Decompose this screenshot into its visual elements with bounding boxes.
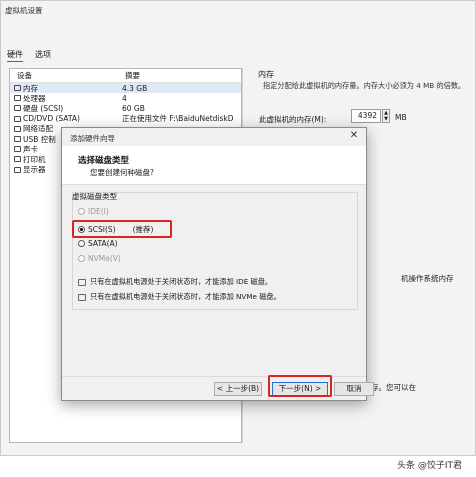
dialog-heading: 选择磁盘类型 bbox=[78, 156, 130, 166]
back-button[interactable]: < 上一步(B) bbox=[214, 382, 262, 396]
cancel-button[interactable]: 取消 bbox=[334, 382, 374, 396]
column-summary: 摘要 bbox=[125, 71, 140, 80]
radio-label: SATA(A) bbox=[88, 239, 118, 248]
background-text: 机操作系统内存 bbox=[401, 274, 454, 283]
device-summary: 4 bbox=[122, 93, 127, 103]
info-icon bbox=[78, 293, 86, 301]
watermark: 头条 @饺子IT君 bbox=[396, 461, 462, 471]
info-icon bbox=[78, 278, 86, 286]
radio-icon bbox=[78, 208, 85, 215]
scsi-highlight-box bbox=[72, 220, 172, 238]
memory-description: 指定分配给此虚拟机的内存量。内存大小必须为 4 MB 的倍数。 bbox=[263, 81, 466, 90]
radio-icon bbox=[78, 255, 85, 262]
next-highlight-box bbox=[268, 375, 332, 397]
device-list-header: 设备 摘要 bbox=[10, 69, 241, 83]
memory-label: 此虚拟机的内存(M): bbox=[259, 115, 327, 124]
device-row-harddisk[interactable]: 硬盘 (SCSI) 60 GB bbox=[10, 103, 241, 113]
dialog-title: 添加硬件向导 bbox=[70, 134, 115, 143]
network-icon bbox=[14, 125, 21, 132]
device-summary: 60 GB bbox=[122, 103, 145, 113]
sound-icon bbox=[14, 146, 21, 153]
device-summary: 4.3 GB bbox=[122, 83, 148, 93]
info-text: 只有在虚拟机电源处于关闭状态时，才能添加 IDE 磁盘。 bbox=[90, 277, 273, 286]
harddisk-icon bbox=[14, 105, 21, 112]
display-icon bbox=[14, 166, 21, 173]
device-name: 硬盘 (SCSI) bbox=[23, 103, 64, 113]
radio-label: NVMe(V) bbox=[88, 254, 121, 263]
device-name: CD/DVD (SATA) bbox=[23, 114, 80, 124]
column-device: 设备 bbox=[17, 71, 32, 80]
radio-sata[interactable]: SATA(A) bbox=[78, 239, 118, 248]
usb-icon bbox=[14, 136, 21, 143]
window-title: 虚拟机设置 bbox=[5, 6, 43, 15]
radio-nvme[interactable]: NVMe(V) bbox=[78, 254, 121, 263]
info-ide: 只有在虚拟机电源处于关闭状态时，才能添加 IDE 磁盘。 bbox=[78, 277, 272, 287]
info-text: 只有在虚拟机电源处于关闭状态时，才能添加 NVMe 磁盘。 bbox=[90, 292, 281, 301]
close-icon[interactable]: ✕ bbox=[348, 130, 360, 141]
dialog-header: 选择磁盘类型 您要创建何种磁盘? bbox=[62, 146, 366, 185]
device-row-cdrom[interactable]: CD/DVD (SATA) 正在使用文件 F:\BaiduNetdiskD bbox=[10, 114, 241, 124]
radio-icon bbox=[78, 240, 85, 247]
background-text: 存。您可以在 bbox=[371, 383, 416, 392]
info-nvme: 只有在虚拟机电源处于关闭状态时，才能添加 NVMe 磁盘。 bbox=[78, 292, 281, 302]
device-row-memory[interactable]: 内存 4.3 GB bbox=[10, 83, 241, 94]
cpu-icon bbox=[14, 95, 21, 102]
printer-icon bbox=[14, 156, 21, 163]
device-row-cpu[interactable]: 处理器 4 bbox=[10, 93, 241, 103]
memory-unit: MB bbox=[395, 113, 407, 122]
memory-icon bbox=[14, 85, 21, 92]
cdrom-icon bbox=[14, 115, 21, 122]
device-name: 显示器 bbox=[23, 165, 46, 175]
add-hardware-wizard-dialog: 添加硬件向导 ✕ 选择磁盘类型 您要创建何种磁盘? 虚拟磁盘类型 IDE(I) … bbox=[61, 127, 374, 401]
device-summary: 正在使用文件 F:\BaiduNetdiskD bbox=[122, 114, 234, 124]
dialog-titlebar: 添加硬件向导 ✕ bbox=[62, 128, 366, 146]
dialog-subheading: 您要创建何种磁盘? bbox=[90, 168, 154, 177]
radio-label: IDE(I) bbox=[88, 207, 109, 216]
disk-type-group-label: 虚拟磁盘类型 bbox=[72, 192, 117, 201]
tab-options[interactable]: 选项 bbox=[35, 49, 51, 62]
memory-input[interactable]: 4392 bbox=[351, 109, 381, 123]
memory-spinner[interactable]: ▲ ▼ bbox=[382, 109, 390, 123]
settings-tabs: 硬件 选项 bbox=[7, 49, 51, 62]
tab-hardware[interactable]: 硬件 bbox=[7, 49, 23, 62]
memory-section-title: 内存 bbox=[258, 70, 274, 79]
radio-ide[interactable]: IDE(I) bbox=[78, 207, 109, 216]
